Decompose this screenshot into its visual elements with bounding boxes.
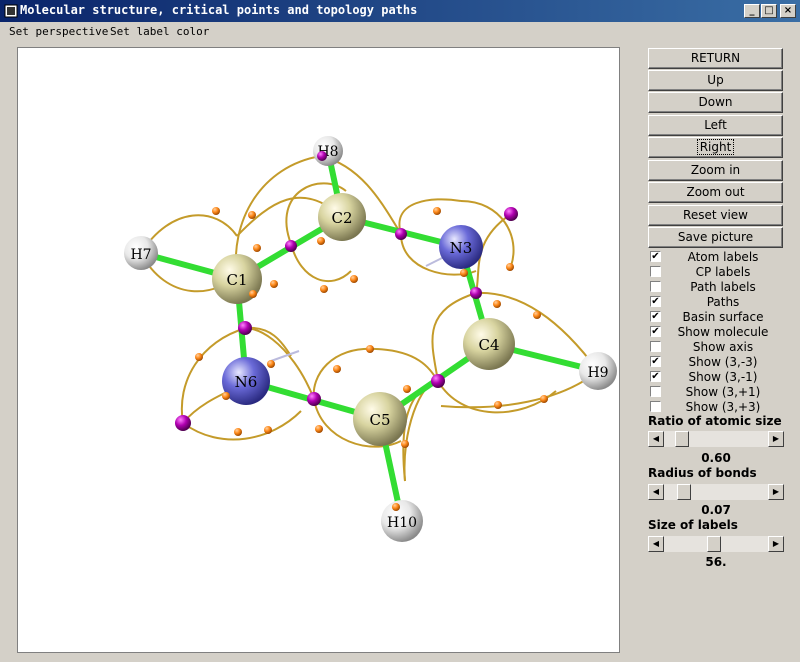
checkbox-box[interactable] [650, 281, 661, 292]
slider-right-arrow-icon[interactable]: ▶ [768, 431, 784, 447]
checkbox-atom-labels[interactable]: ✔ Atom labels [648, 250, 784, 265]
maximize-button[interactable]: □ [761, 4, 777, 18]
label-size-value: 56. [705, 555, 727, 569]
right-button[interactable]: Right [648, 137, 783, 158]
checkbox-show-3-p3[interactable]: Show (3,+3) [648, 400, 784, 415]
slider-left-arrow-icon[interactable]: ◀ [648, 431, 664, 447]
slider-left-arrow-icon[interactable]: ◀ [648, 536, 664, 552]
checkbox-box[interactable] [650, 386, 661, 397]
slider-thumb[interactable] [677, 484, 691, 500]
checkbox-box[interactable] [650, 401, 661, 412]
checkbox-box[interactable]: ✔ [650, 251, 661, 262]
slider-left-arrow-icon[interactable]: ◀ [648, 484, 664, 500]
molecule-drawing: C1 C2 N3 C4 C5 N6 H7 H8 H9 H10 [124, 136, 617, 542]
atom-n3: N3 [439, 225, 483, 269]
atom-label-c2: C2 [331, 209, 352, 227]
atom-c5: C5 [353, 392, 407, 446]
atom-h8: H8 [313, 136, 343, 166]
checkbox-box[interactable]: ✔ [650, 356, 661, 367]
menu-bar: Set perspective Set label color [0, 22, 800, 40]
checkbox-box[interactable] [650, 266, 661, 277]
checkbox-show-molecule[interactable]: ✔ Show molecule [648, 325, 784, 340]
minimize-button[interactable]: _ [744, 4, 760, 18]
bond-radius-label: Radius of bonds [648, 466, 757, 480]
up-button[interactable]: Up [648, 70, 783, 91]
bond-radius-slider[interactable]: ◀ ▶ [648, 484, 784, 500]
checkbox-box[interactable]: ✔ [650, 371, 661, 382]
checkbox-show-3-p1[interactable]: Show (3,+1) [648, 385, 784, 400]
reset-view-button[interactable]: Reset view [648, 205, 783, 226]
atom-label-h7: H7 [130, 247, 151, 263]
atom-h7: H7 [124, 236, 158, 270]
atom-label-n3: N3 [450, 239, 473, 257]
label-size-label: Size of labels [648, 518, 738, 532]
checkbox-path-labels[interactable]: Path labels [648, 280, 784, 295]
return-button[interactable]: RETURN [648, 48, 783, 69]
app-icon [4, 4, 18, 18]
title-bar: Molecular structure, critical points and… [0, 0, 800, 22]
zoom-in-button[interactable]: Zoom in [648, 160, 783, 181]
zoom-out-button[interactable]: Zoom out [648, 182, 783, 203]
atom-label-h10: H10 [387, 515, 417, 531]
checkbox-show-3-m3[interactable]: ✔ Show (3,-3) [648, 355, 784, 370]
checkbox-basin-surface[interactable]: ✔ Basin surface [648, 310, 784, 325]
slider-right-arrow-icon[interactable]: ▶ [768, 536, 784, 552]
checkbox-paths[interactable]: ✔ Paths [648, 295, 784, 310]
atomic-size-label: Ratio of atomic size [648, 414, 782, 428]
label-size-slider[interactable]: ◀ ▶ [648, 536, 784, 552]
down-button[interactable]: Down [648, 92, 783, 113]
slider-right-arrow-icon[interactable]: ▶ [768, 484, 784, 500]
atom-h10: H10 [381, 500, 423, 542]
left-button[interactable]: Left [648, 115, 783, 136]
checkbox-box[interactable] [650, 341, 661, 352]
checkbox-show-axis[interactable]: Show axis [648, 340, 784, 355]
menu-set-perspective[interactable]: Set perspective [9, 25, 108, 38]
slider-thumb[interactable] [675, 431, 689, 447]
close-button[interactable]: × [780, 4, 796, 18]
atom-label-c5: C5 [369, 411, 390, 429]
atomic-size-value: 0.60 [701, 451, 731, 465]
atom-label-h9: H9 [587, 365, 608, 381]
atom-label-n6: N6 [235, 373, 258, 391]
bond-radius-value: 0.07 [701, 503, 731, 517]
slider-thumb[interactable] [707, 536, 721, 552]
bonds [138, 148, 601, 524]
atom-c2: C2 [318, 193, 366, 241]
atomic-size-slider[interactable]: ◀ ▶ [648, 431, 784, 447]
checkbox-show-3-m1[interactable]: ✔ Show (3,-1) [648, 370, 784, 385]
checkbox-box[interactable]: ✔ [650, 311, 661, 322]
atom-label-c4: C4 [478, 336, 499, 354]
save-picture-button[interactable]: Save picture [648, 227, 783, 248]
checkbox-box[interactable]: ✔ [650, 326, 661, 337]
atom-c4: C4 [463, 318, 515, 370]
menu-set-label-color[interactable]: Set label color [110, 25, 209, 38]
window-title: Molecular structure, critical points and… [20, 3, 418, 17]
atom-h9: H9 [579, 352, 617, 390]
checkbox-cp-labels[interactable]: CP labels [648, 265, 784, 280]
basin-surface-lines [270, 255, 447, 362]
molecule-viewport[interactable]: C1 C2 N3 C4 C5 N6 H7 H8 H9 H10 [17, 47, 620, 653]
checkbox-box[interactable]: ✔ [650, 296, 661, 307]
atom-label-c1: C1 [226, 271, 247, 289]
